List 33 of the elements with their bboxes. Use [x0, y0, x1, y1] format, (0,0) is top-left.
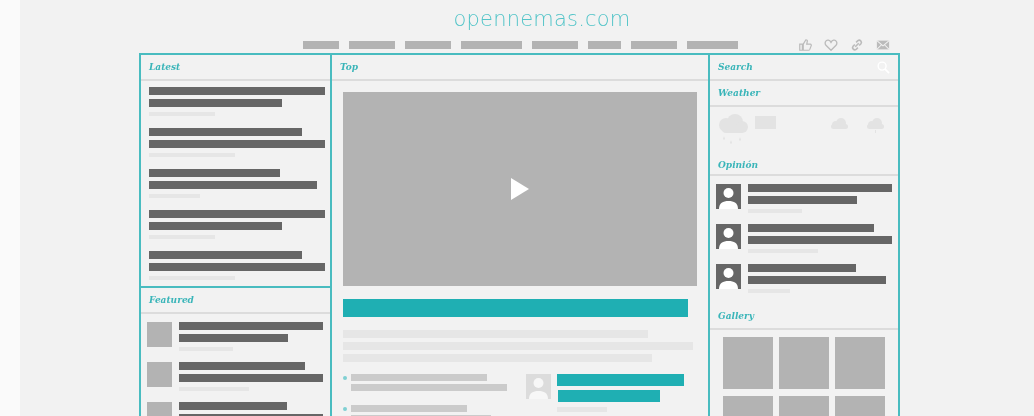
- image-placeholder: [835, 337, 885, 389]
- avatar-icon: [716, 264, 741, 289]
- envelope-icon[interactable]: [876, 38, 890, 52]
- site-logo[interactable]: opennemas.com: [453, 4, 631, 34]
- menu-placeholder[interactable]: [303, 41, 339, 49]
- menu-placeholder[interactable]: [687, 41, 738, 49]
- section-title: Featured: [149, 295, 194, 305]
- section-title: Latest: [149, 62, 181, 72]
- menu-placeholder[interactable]: [349, 41, 395, 49]
- image-placeholder: [147, 362, 172, 387]
- heart-icon[interactable]: [824, 38, 838, 52]
- menu-placeholder[interactable]: [631, 41, 677, 49]
- avatar-icon: [716, 184, 741, 209]
- thumbs-up-icon[interactable]: [798, 38, 812, 52]
- link-icon[interactable]: [850, 38, 864, 52]
- section-title: Top: [340, 62, 358, 72]
- menu-placeholder[interactable]: [461, 41, 522, 49]
- section-title: Gallery: [718, 311, 755, 321]
- section-title: Weather: [718, 88, 761, 98]
- avatar-icon: [526, 374, 551, 399]
- image-placeholder: [147, 322, 172, 347]
- menu-placeholder[interactable]: [532, 41, 578, 49]
- section-title: Search: [718, 62, 753, 72]
- avatar-icon: [716, 224, 741, 249]
- bullet-icon: [343, 376, 347, 380]
- image-placeholder: [779, 337, 829, 389]
- video-player[interactable]: [343, 92, 697, 286]
- bullet-icon: [343, 407, 347, 411]
- image-placeholder: [723, 337, 773, 389]
- play-icon[interactable]: [511, 178, 529, 200]
- menu-placeholder[interactable]: [405, 41, 451, 49]
- section-title: Opinión: [718, 160, 759, 170]
- menu-placeholder[interactable]: [588, 41, 621, 49]
